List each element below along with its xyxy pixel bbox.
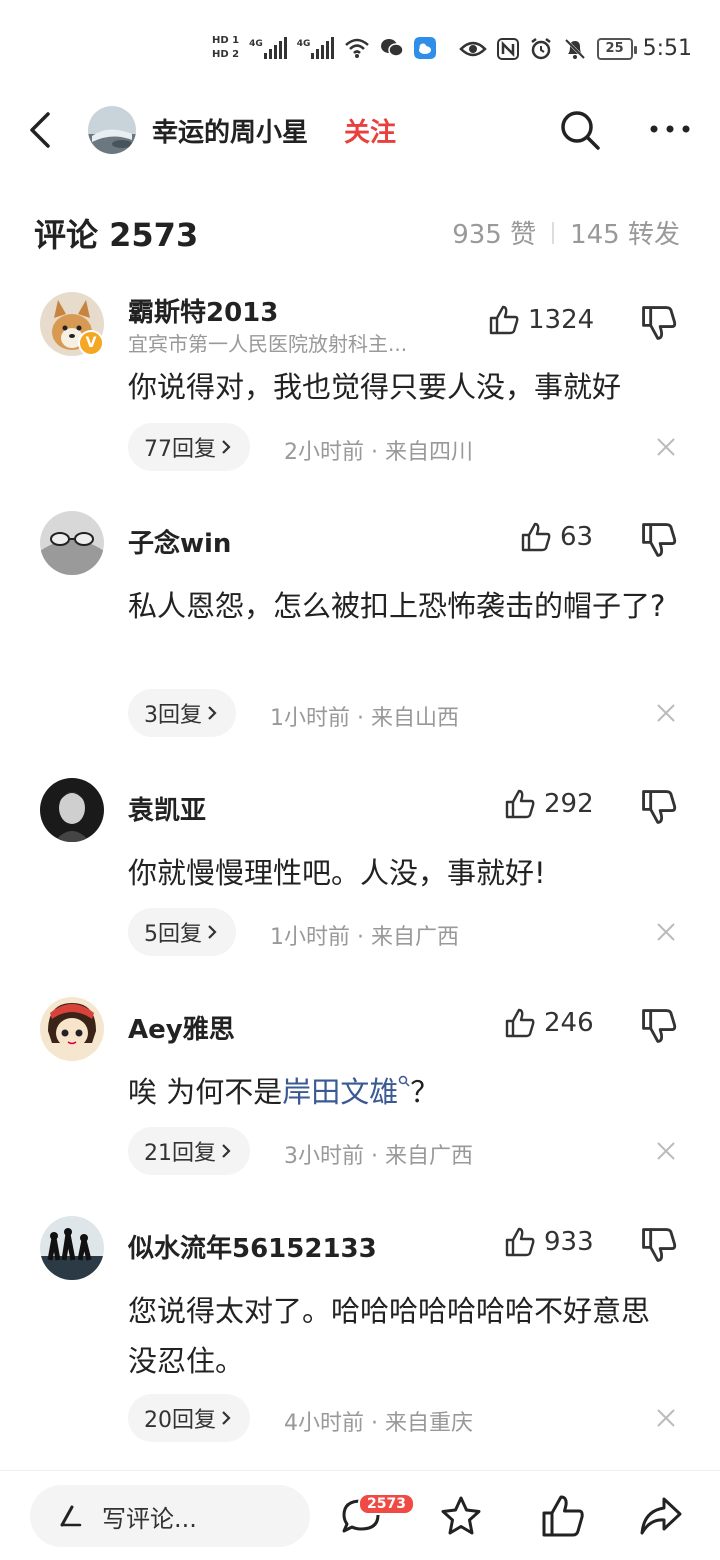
comment-text: 您说得太对了。哈哈哈哈哈哈哈不好意思没忍住。 bbox=[128, 1294, 651, 1378]
weather-app-icon bbox=[414, 37, 437, 59]
comment-meta: 3小时前 · 来自广西 bbox=[284, 1144, 473, 1169]
like-button[interactable]: 63 bbox=[520, 521, 593, 553]
hd-indicator: HD 1 HD 2 bbox=[212, 35, 240, 60]
thumbs-up-icon bbox=[521, 522, 551, 552]
replies-button[interactable]: 21回复 bbox=[128, 1127, 250, 1175]
replies-button[interactable]: 3回复 bbox=[128, 689, 236, 737]
comment-text: 唉 为何不是岸田文雄？ bbox=[128, 1075, 440, 1109]
comment-text: 你就慢慢理性吧。人没，事就好! bbox=[128, 856, 546, 890]
write-comment-input[interactable]: 写评论... bbox=[30, 1485, 310, 1547]
wechat-icon bbox=[381, 39, 405, 57]
alarm-icon bbox=[530, 37, 551, 59]
thumbs-up-icon bbox=[505, 1227, 535, 1257]
reposts-count[interactable]: 145 转发 bbox=[570, 214, 680, 251]
back-chevron-icon[interactable] bbox=[22, 110, 62, 150]
thumbs-down-icon[interactable] bbox=[640, 521, 678, 559]
like-button[interactable]: 1324 bbox=[488, 304, 594, 336]
thumbs-down-icon[interactable] bbox=[640, 788, 678, 826]
author-name[interactable]: 幸运的周小星 bbox=[152, 112, 308, 149]
comment-count-badge: 2573 bbox=[358, 1493, 415, 1515]
comment-author[interactable]: 子念win bbox=[128, 523, 231, 560]
replies-button[interactable]: 77回复 bbox=[128, 423, 250, 471]
search-link[interactable]: 岸田文雄 bbox=[282, 1075, 398, 1109]
thumbs-down-icon[interactable] bbox=[640, 304, 678, 342]
thumbs-down-icon[interactable] bbox=[640, 1007, 678, 1045]
thumbs-up-icon bbox=[505, 789, 535, 819]
search-icon[interactable] bbox=[558, 108, 602, 152]
close-icon[interactable] bbox=[654, 1139, 678, 1163]
like-button[interactable]: 292 bbox=[504, 788, 594, 820]
top-nav: 幸运的周小星 关注 bbox=[0, 100, 720, 164]
comment-author[interactable]: 袁凯亚 bbox=[128, 790, 206, 827]
comment-text: 私人恩怨，怎么被扣上恐怖袭击的帽子了? bbox=[128, 589, 666, 623]
comment-author[interactable]: Aey雅思 bbox=[128, 1009, 235, 1046]
comment-meta: 1小时前 · 来自山西 bbox=[270, 706, 459, 731]
close-icon[interactable] bbox=[654, 701, 678, 725]
close-icon[interactable] bbox=[654, 920, 678, 944]
chevron-right-icon bbox=[208, 925, 217, 939]
nfc-icon bbox=[496, 37, 519, 60]
signal-2-icon: 4G bbox=[297, 37, 335, 59]
likes-count[interactable]: 935 赞 bbox=[452, 214, 536, 251]
like-button[interactable]: 933 bbox=[504, 1226, 594, 1258]
status-bar: HD 1 HD 2 4G 4G 25 5:51 bbox=[0, 0, 720, 100]
close-icon[interactable] bbox=[654, 1406, 678, 1430]
pen-icon bbox=[60, 1505, 82, 1527]
chevron-right-icon bbox=[222, 1144, 231, 1158]
avatar[interactable] bbox=[40, 511, 104, 575]
bottom-action-bar: 写评论... 2573 bbox=[0, 1470, 720, 1560]
wifi-icon bbox=[345, 38, 370, 58]
thumbs-up-icon bbox=[489, 305, 519, 335]
star-icon[interactable] bbox=[438, 1493, 484, 1539]
comment-author[interactable]: 似水流年56152133 bbox=[128, 1228, 377, 1265]
chevron-right-icon bbox=[222, 1411, 231, 1425]
follow-button[interactable]: 关注 bbox=[344, 112, 396, 149]
author-avatar[interactable] bbox=[88, 106, 136, 154]
comment-meta: 2小时前 · 来自四川 bbox=[284, 440, 473, 465]
verified-badge: V bbox=[78, 330, 104, 356]
comment-author-title: 宜宾市第一人民医院放射科主... bbox=[128, 332, 408, 356]
thumbs-up-icon[interactable] bbox=[540, 1493, 586, 1539]
battery-indicator: 25 bbox=[596, 37, 637, 60]
post-stats: 935 赞 145 转发 bbox=[452, 214, 680, 251]
thumbs-down-icon[interactable] bbox=[640, 1226, 678, 1264]
share-arrow-icon[interactable] bbox=[638, 1493, 684, 1539]
comment-author[interactable]: 霸斯特2013 bbox=[128, 292, 278, 329]
signal-1-icon: 4G bbox=[249, 37, 287, 59]
mute-bell-icon bbox=[564, 38, 585, 59]
avatar[interactable] bbox=[40, 1216, 104, 1280]
chevron-right-icon bbox=[222, 440, 231, 454]
close-icon[interactable] bbox=[654, 435, 678, 459]
comment-meta: 1小时前 · 来自广西 bbox=[270, 925, 459, 950]
comment-meta: 4小时前 · 来自重庆 bbox=[284, 1411, 473, 1436]
comments-title: 评论 2573 bbox=[34, 216, 199, 254]
search-small-icon bbox=[398, 1075, 410, 1087]
divider bbox=[552, 221, 555, 244]
avatar[interactable] bbox=[40, 778, 104, 842]
comment-text: 你说得对，我也觉得只要人没，事就好 bbox=[128, 370, 622, 404]
more-dots-icon[interactable] bbox=[648, 114, 692, 144]
eye-icon bbox=[458, 41, 487, 56]
avatar[interactable] bbox=[40, 997, 104, 1061]
replies-button[interactable]: 20回复 bbox=[128, 1394, 250, 1442]
chevron-right-icon bbox=[208, 706, 217, 720]
clock: 5:51 bbox=[642, 36, 692, 61]
replies-button[interactable]: 5回复 bbox=[128, 908, 236, 956]
thumbs-up-icon bbox=[505, 1008, 535, 1038]
like-button[interactable]: 246 bbox=[504, 1007, 594, 1039]
